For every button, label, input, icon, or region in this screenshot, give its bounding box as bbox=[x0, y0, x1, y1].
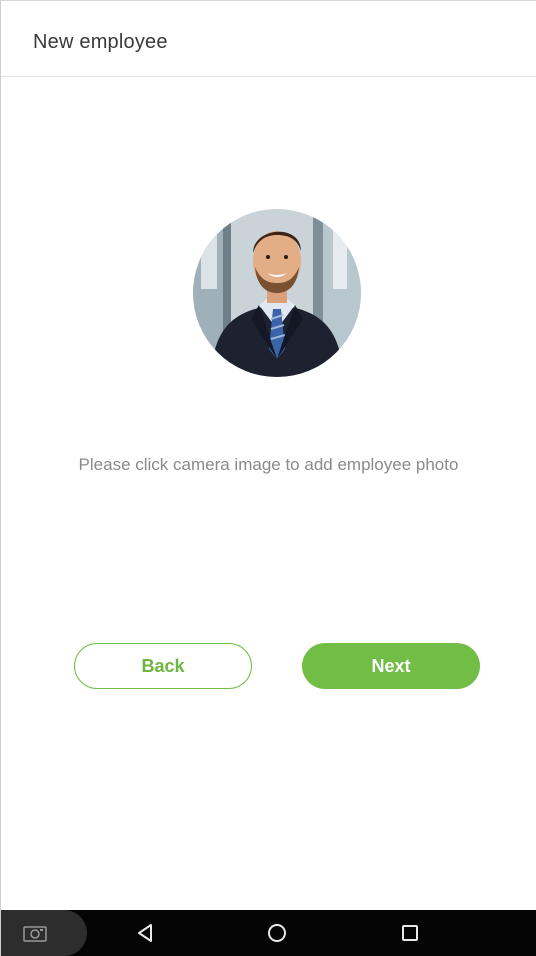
next-button-label: Next bbox=[371, 655, 411, 676]
header-bar: New employee bbox=[1, 1, 536, 77]
next-button[interactable]: Next bbox=[302, 643, 480, 689]
home-icon bbox=[268, 924, 286, 942]
back-button-label: Back bbox=[141, 655, 185, 676]
camera-icon bbox=[23, 926, 47, 942]
page-title: New employee bbox=[33, 31, 168, 53]
employee-photo[interactable] bbox=[193, 209, 361, 377]
system-navigation-bar bbox=[1, 910, 536, 956]
nav-home-button[interactable] bbox=[257, 910, 297, 956]
nav-back-button[interactable] bbox=[125, 910, 165, 956]
nav-recents-button[interactable] bbox=[390, 910, 430, 956]
employee-photo-icon bbox=[193, 209, 361, 377]
back-icon bbox=[138, 924, 152, 942]
camera-shortcut[interactable] bbox=[1, 910, 87, 956]
recents-icon bbox=[402, 925, 418, 941]
screen: New employee Please click camera image t… bbox=[0, 0, 536, 956]
photo-hint-text: Please click camera image to add employe… bbox=[78, 455, 459, 474]
back-button[interactable]: Back bbox=[74, 643, 252, 689]
